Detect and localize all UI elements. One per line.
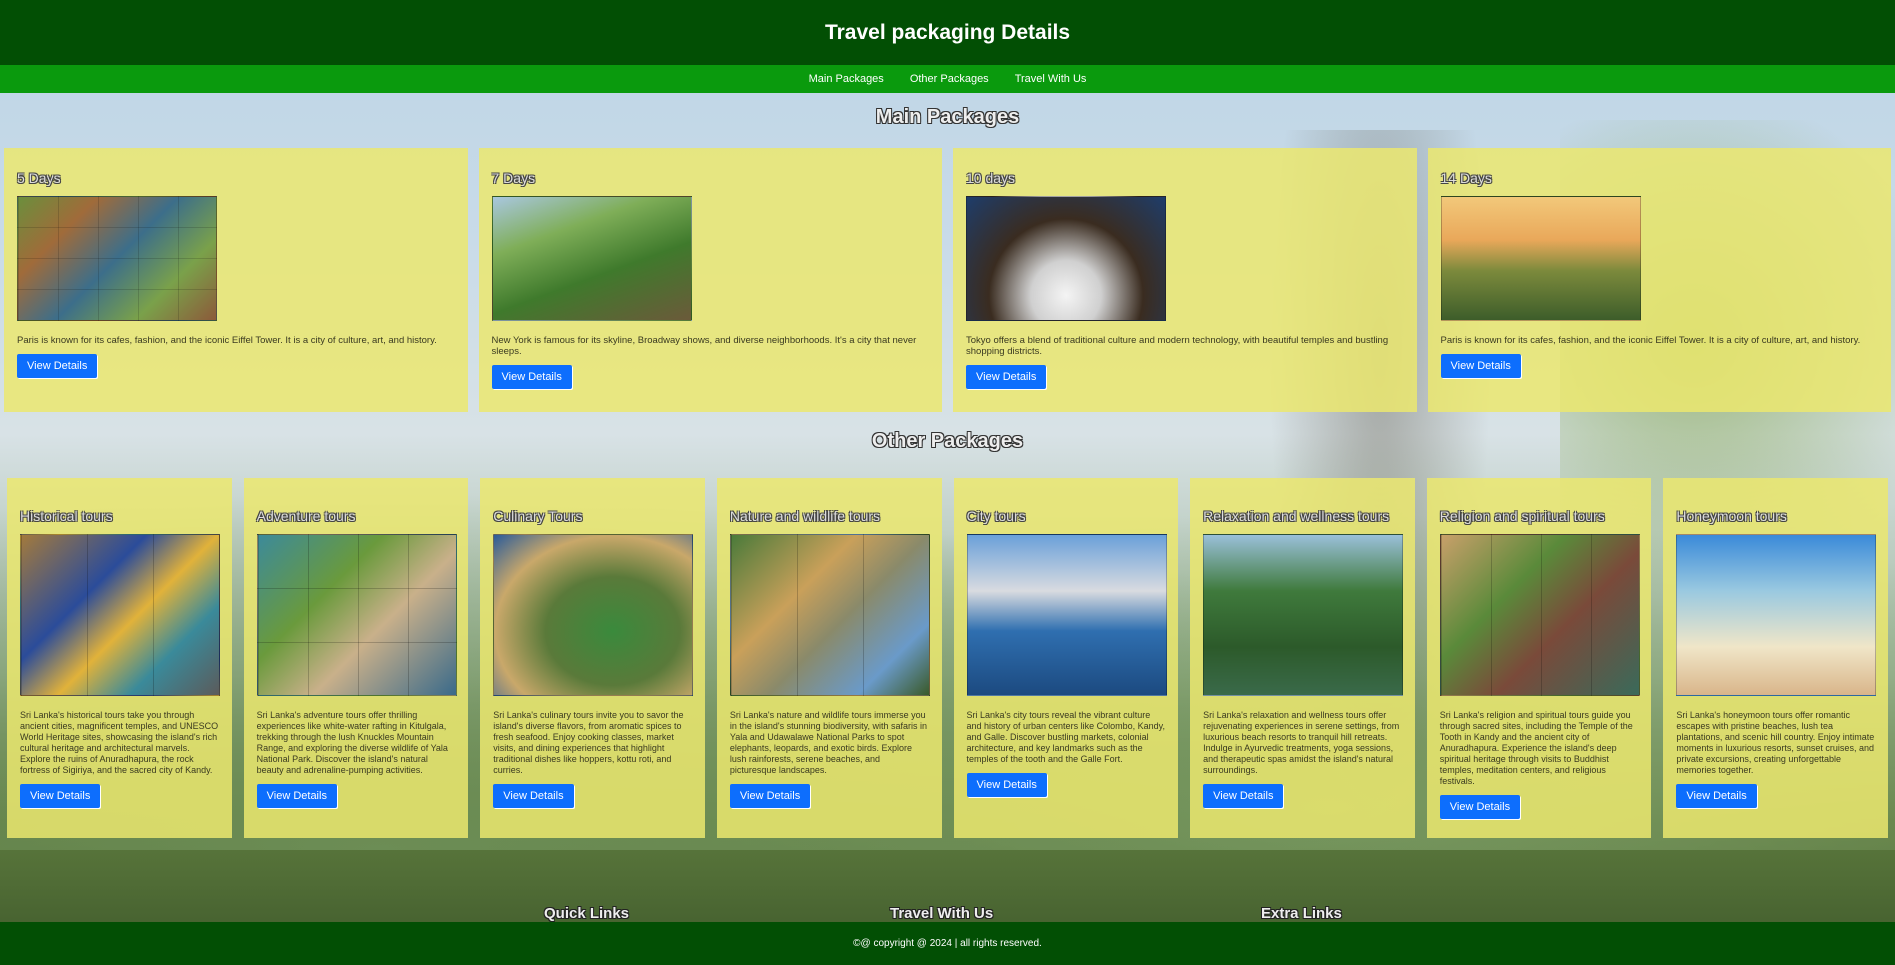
footer-quick-links-heading: Quick Links	[544, 905, 630, 922]
view-details-button[interactable]: View Details	[966, 773, 1047, 797]
card-description: Paris is known for its cafes, fashion, a…	[17, 335, 437, 346]
card-title: 5 Days	[17, 170, 61, 186]
view-details-button[interactable]: View Details	[1440, 354, 1521, 378]
card-title: Religion and spiritual tours	[1439, 508, 1605, 524]
card-title: 14 Days	[1440, 170, 1492, 186]
tour-card-culinary: Culinary Tours Sri Lanka's culinary tour…	[480, 478, 705, 838]
footer-link-headings: Quick Links Travel With Us Extra Links	[0, 905, 1895, 923]
card-title: Culinary Tours	[493, 508, 583, 524]
tour-card-honeymoon: Honeymoon tours Sri Lanka's honeymoon to…	[1663, 478, 1888, 838]
tour-image	[493, 534, 694, 696]
tour-card-adventure: Adventure tours Sri Lanka's adventure to…	[243, 478, 469, 838]
tour-image	[966, 534, 1167, 696]
view-details-button[interactable]: View Details	[1676, 784, 1757, 808]
nav-other-packages[interactable]: Other Packages	[910, 73, 989, 85]
view-details-button[interactable]: View Details	[493, 784, 574, 808]
page-title: Travel packaging Details	[824, 20, 1071, 44]
card-description: Sri Lanka's honeymoon tours offer romant…	[1676, 710, 1875, 775]
card-title: 10 days	[966, 170, 1016, 186]
package-image	[1440, 196, 1641, 321]
package-card-7-days: 7 Days New York is famous for its skylin…	[478, 148, 942, 412]
card-title: Adventure tours	[256, 508, 356, 524]
main-packages-row: 5 Days Paris is known for its cafes, fas…	[4, 148, 1891, 412]
package-card-5-days: 5 Days Paris is known for its cafes, fas…	[4, 148, 468, 412]
card-title: Honeymoon tours	[1676, 508, 1787, 524]
card-description: Sri Lanka's adventure tours offer thrill…	[256, 710, 448, 775]
nav-main-packages[interactable]: Main Packages	[809, 73, 884, 85]
card-description: Sri Lanka's nature and wildlife tours im…	[729, 710, 928, 775]
tour-image	[1203, 534, 1404, 696]
other-packages-row: Historical tours Sri Lanka's historical …	[7, 478, 1888, 838]
footer-extra-links-heading: Extra Links	[1261, 905, 1342, 922]
tour-image	[1439, 534, 1640, 696]
view-details-button[interactable]: View Details	[1439, 795, 1521, 819]
nav-travel-with-us[interactable]: Travel With Us	[1015, 73, 1087, 85]
other-packages-heading: Other Packages	[871, 430, 1024, 452]
package-image	[491, 196, 692, 321]
tour-card-historical: Historical tours Sri Lanka's historical …	[7, 478, 232, 838]
page-header: Travel packaging Details	[0, 0, 1895, 65]
view-details-button[interactable]: View Details	[1203, 784, 1284, 808]
tour-card-city: City tours Sri Lanka's city tours reveal…	[953, 478, 1179, 838]
card-description: Sri Lanka's culinary tours invite you to…	[493, 710, 684, 775]
tour-card-relaxation-wellness: Relaxation and wellness tours Sri Lanka'…	[1190, 478, 1415, 838]
tour-card-religion-spiritual: Religion and spiritual tours Sri Lanka's…	[1426, 478, 1652, 838]
card-description: Tokyo offers a blend of traditional cult…	[966, 335, 1389, 357]
card-description: Sri Lanka's historical tours take you th…	[20, 710, 219, 775]
card-description: Sri Lanka's religion and spiritual tours…	[1439, 710, 1633, 786]
footer-travel-with-us-heading: Travel With Us	[890, 905, 994, 922]
copyright-text: ©@ copyright @ 2024 | all rights reserve…	[853, 938, 1042, 949]
card-description: New York is famous for its skyline, Broa…	[491, 335, 917, 357]
card-title: City tours	[966, 508, 1026, 524]
card-title: Historical tours	[20, 508, 113, 524]
tour-image	[729, 534, 930, 696]
tour-image	[1676, 534, 1877, 696]
main-nav: Main Packages Other Packages Travel With…	[0, 65, 1895, 93]
card-title: Relaxation and wellness tours	[1203, 508, 1390, 524]
tour-card-nature-wildlife: Nature and wildlife tours Sri Lanka's na…	[716, 478, 942, 838]
card-title: Nature and wildlife tours	[729, 508, 881, 524]
view-details-button[interactable]: View Details	[491, 365, 572, 389]
page-footer: ©@ copyright @ 2024 | all rights reserve…	[0, 922, 1895, 965]
package-image	[966, 196, 1166, 321]
package-card-14-days: 14 Days Paris is known for its cafes, fa…	[1427, 148, 1891, 412]
card-description: Sri Lanka's relaxation and wellness tour…	[1203, 710, 1400, 775]
main-packages-heading: Main Packages	[875, 106, 1020, 128]
view-details-button[interactable]: View Details	[966, 365, 1047, 389]
package-image	[17, 196, 217, 321]
tour-image	[20, 534, 220, 696]
package-card-10-days: 10 days Tokyo offers a blend of traditio…	[953, 148, 1417, 412]
view-details-button[interactable]: View Details	[17, 354, 98, 378]
view-details-button[interactable]: View Details	[20, 784, 101, 808]
view-details-button[interactable]: View Details	[729, 784, 811, 808]
view-details-button[interactable]: View Details	[256, 784, 337, 808]
card-description: Sri Lanka's city tours reveal the vibran…	[966, 710, 1165, 764]
card-title: 7 Days	[491, 170, 536, 186]
tour-image	[256, 534, 457, 696]
card-description: Paris is known for its cafes, fashion, a…	[1440, 335, 1861, 346]
